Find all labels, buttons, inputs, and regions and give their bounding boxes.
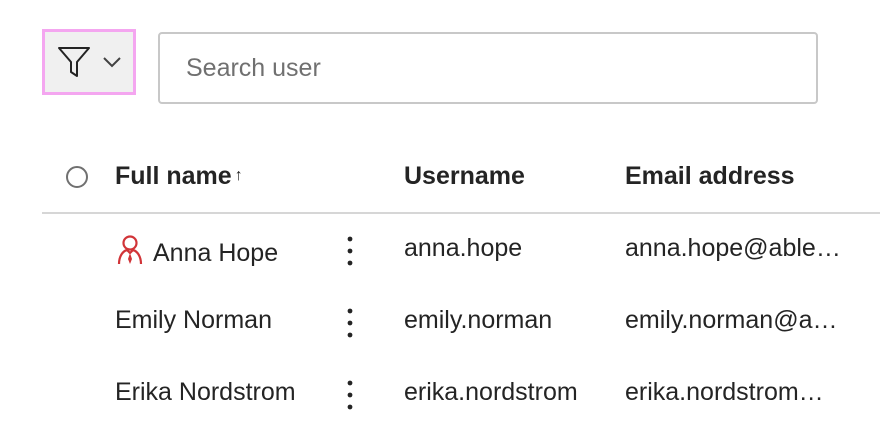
column-header-username[interactable]: Username bbox=[404, 162, 525, 191]
search-input[interactable] bbox=[160, 34, 816, 102]
admin-person-icon bbox=[115, 234, 145, 273]
table-row[interactable]: Anna Hope anna.hope anna.hope@able… bbox=[0, 214, 880, 286]
chevron-down-icon bbox=[102, 56, 122, 68]
table-row[interactable]: Erika Nordstrom erika.nordstrom erika.no… bbox=[0, 358, 880, 430]
full-name-cell: Emily Norman bbox=[115, 306, 272, 335]
email-cell: erika.nordstrom… bbox=[625, 378, 824, 406]
search-box bbox=[158, 32, 818, 104]
full-name-cell: Erika Nordstrom bbox=[115, 378, 296, 407]
username-cell: anna.hope bbox=[404, 234, 523, 262]
toolbar bbox=[0, 0, 880, 120]
table-header-row: Full name ↑ Username Email address bbox=[42, 140, 880, 214]
more-options-icon[interactable] bbox=[338, 304, 362, 342]
column-header-email[interactable]: Email address bbox=[625, 162, 795, 191]
filter-dropdown-button[interactable] bbox=[42, 29, 136, 95]
select-all-radio[interactable] bbox=[66, 166, 88, 188]
sort-ascending-icon: ↑ bbox=[234, 167, 243, 184]
filter-funnel-icon bbox=[56, 45, 92, 79]
full-name-text: Emily Norman bbox=[115, 306, 272, 334]
column-header-full-name-label: Full name bbox=[115, 162, 232, 190]
more-options-icon[interactable] bbox=[338, 376, 362, 414]
table-row[interactable]: Emily Norman emily.norman emily.norman@a… bbox=[0, 286, 880, 358]
username-cell: emily.norman bbox=[404, 306, 553, 334]
column-header-full-name[interactable]: Full name ↑ bbox=[115, 162, 243, 191]
users-table: Full name ↑ Username Email address Anna H… bbox=[0, 140, 880, 430]
email-cell: emily.norman@a… bbox=[625, 306, 838, 334]
full-name-text: Erika Nordstrom bbox=[115, 378, 296, 406]
more-options-icon[interactable] bbox=[338, 232, 362, 270]
full-name-cell: Anna Hope bbox=[115, 234, 278, 273]
full-name-text: Anna Hope bbox=[153, 239, 279, 267]
username-cell: erika.nordstrom bbox=[404, 378, 578, 406]
email-cell: anna.hope@able… bbox=[625, 234, 841, 262]
